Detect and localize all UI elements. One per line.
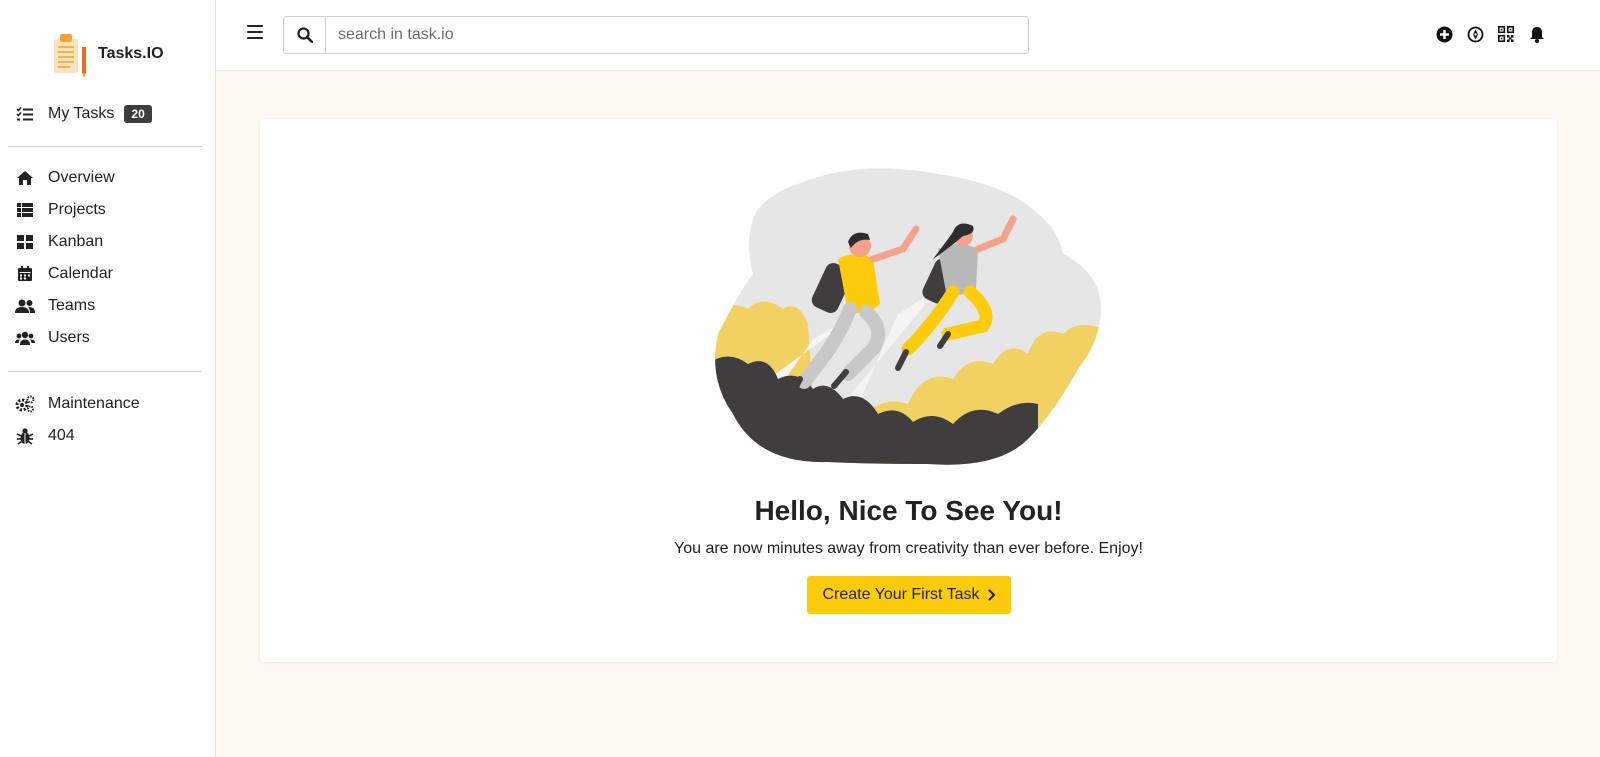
brand[interactable]: Tasks.IO: [50, 28, 164, 80]
sidebar-item-label: Kanban: [48, 233, 104, 250]
users-icon: [15, 297, 35, 315]
sidebar-item-maintenance[interactable]: Maintenance: [15, 388, 140, 420]
compass-icon[interactable]: [1466, 25, 1484, 43]
task-count-badge: 20: [124, 105, 152, 123]
clipboard-pencil-logo: [50, 29, 90, 79]
sidebar-item-users[interactable]: Users: [15, 322, 115, 354]
sidebar-item-kanban[interactable]: Kanban: [15, 226, 115, 258]
sidebar: Tasks.IO My Tasks 20 Overview Projects K…: [0, 0, 216, 757]
checklist-icon: [15, 105, 35, 123]
plus-circle-icon[interactable]: [1435, 25, 1453, 43]
sidebar-item-label: Overview: [48, 169, 115, 186]
sidebar-item-label: Users: [48, 329, 90, 346]
search-icon[interactable]: [284, 17, 326, 53]
list-icon: [15, 201, 35, 219]
sidebar-item-projects[interactable]: Projects: [15, 194, 115, 226]
home-icon: [15, 169, 35, 187]
sidebar-item-label: 404: [48, 427, 75, 444]
sidebar-item-overview[interactable]: Overview: [15, 162, 115, 194]
sidebar-item-label: Projects: [48, 201, 106, 218]
welcome-title: Hello, Nice To See You!: [754, 495, 1063, 526]
grid-icon: [15, 233, 35, 251]
chevron-right-icon: [987, 589, 996, 601]
divider: [8, 371, 202, 372]
sidebar-item-404[interactable]: 404: [15, 420, 140, 452]
sidebar-item-label: Calendar: [48, 265, 113, 282]
search-bar: [283, 16, 1029, 54]
calendar-icon: [15, 265, 35, 283]
qrcode-icon[interactable]: [1497, 25, 1515, 43]
bell-icon[interactable]: [1528, 25, 1546, 43]
brand-name: Tasks.IO: [98, 45, 164, 62]
welcome-card: Hello, Nice To See You! You are now minu…: [260, 119, 1557, 662]
menu-toggle-icon[interactable]: [247, 25, 263, 39]
bug-icon: [15, 427, 35, 445]
welcome-subtitle: You are now minutes away from creativity…: [674, 540, 1143, 557]
sidebar-item-label: My Tasks: [48, 105, 115, 122]
sidebar-item-calendar[interactable]: Calendar: [15, 258, 115, 290]
divider: [8, 146, 202, 147]
sidebar-item-teams[interactable]: Teams: [15, 290, 115, 322]
main-nav: Overview Projects Kanban Calendar Teams …: [15, 162, 115, 354]
search-input[interactable]: [326, 17, 1028, 53]
create-first-task-label: Create Your First Task: [822, 586, 980, 603]
sidebar-item-label: Teams: [48, 297, 96, 314]
group-icon: [15, 329, 35, 347]
create-first-task-button[interactable]: Create Your First Task: [807, 576, 1011, 614]
header-actions: [1435, 25, 1546, 43]
sidebar-item-label: Maintenance: [48, 395, 140, 412]
jetpack-people-illustration: [708, 164, 1108, 474]
sidebar-item-my-tasks[interactable]: My Tasks 20: [15, 102, 152, 126]
top-header: [216, 0, 1600, 71]
gears-icon: [15, 395, 35, 413]
extra-nav: Maintenance 404: [15, 388, 140, 452]
